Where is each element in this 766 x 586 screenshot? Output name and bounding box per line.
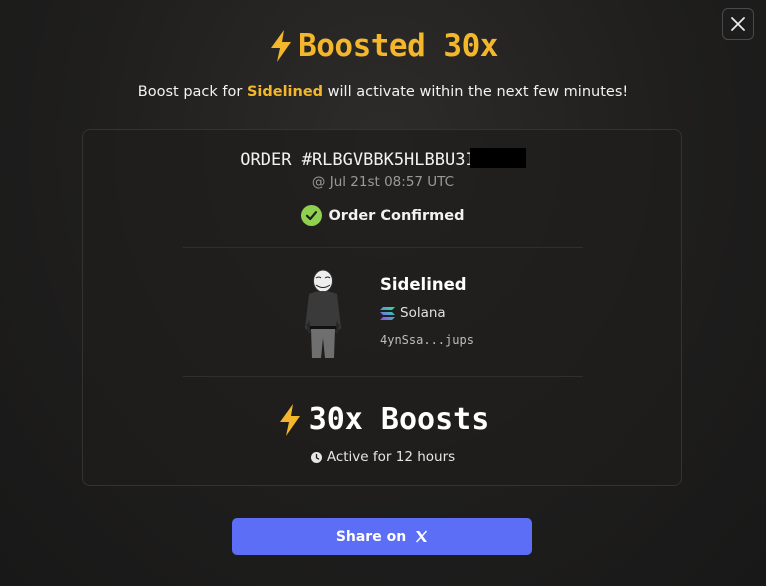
- order-card: ORDER #RLBGVBBK5HLBBU3I @ Jul 21st 08:57…: [82, 129, 682, 486]
- token-address: 4ynSsa...jups: [380, 333, 474, 347]
- share-label: Share on: [335, 528, 407, 545]
- divider: [183, 247, 583, 248]
- token-avatar: [305, 269, 341, 358]
- boost-amount: 30x Boosts: [83, 402, 683, 437]
- lightning-icon: [279, 403, 300, 436]
- solana-icon: [380, 306, 395, 320]
- subtitle-prefix: Boost pack for: [137, 84, 247, 100]
- order-number-row: ORDER #RLBGVBBK5HLBBU3I: [83, 148, 683, 170]
- share-on-x-button[interactable]: Share on: [232, 518, 532, 555]
- x-logo-icon: [416, 530, 428, 543]
- title-text: Boosted 30x: [298, 28, 498, 64]
- chain-name: Solana: [400, 305, 446, 321]
- subtitle-suffix: will activate within the next few minute…: [323, 84, 629, 100]
- clock-icon: [310, 451, 322, 463]
- active-duration: Active for 12 hours: [83, 449, 683, 465]
- order-number: ORDER #RLBGVBBK5HLBBU3I: [240, 150, 476, 170]
- order-timestamp: @ Jul 21st 08:57 UTC: [311, 174, 455, 190]
- lightning-icon: [271, 30, 292, 62]
- page-title: Boosted 30x: [0, 28, 766, 64]
- boost-label: 30x Boosts: [308, 402, 490, 437]
- divider: [183, 376, 583, 377]
- chain-row: Solana: [380, 305, 446, 321]
- subtitle-token-name: Sidelined: [246, 84, 324, 100]
- redaction-bar: [469, 148, 526, 168]
- activation-message: Boost pack for Sidelined will activate w…: [0, 84, 766, 100]
- token-name: Sidelined: [380, 275, 467, 294]
- check-circle-icon: [301, 205, 323, 226]
- active-duration-text: Active for 12 hours: [326, 449, 456, 465]
- order-status: Order Confirmed: [83, 205, 683, 226]
- order-status-label: Order Confirmed: [328, 207, 465, 224]
